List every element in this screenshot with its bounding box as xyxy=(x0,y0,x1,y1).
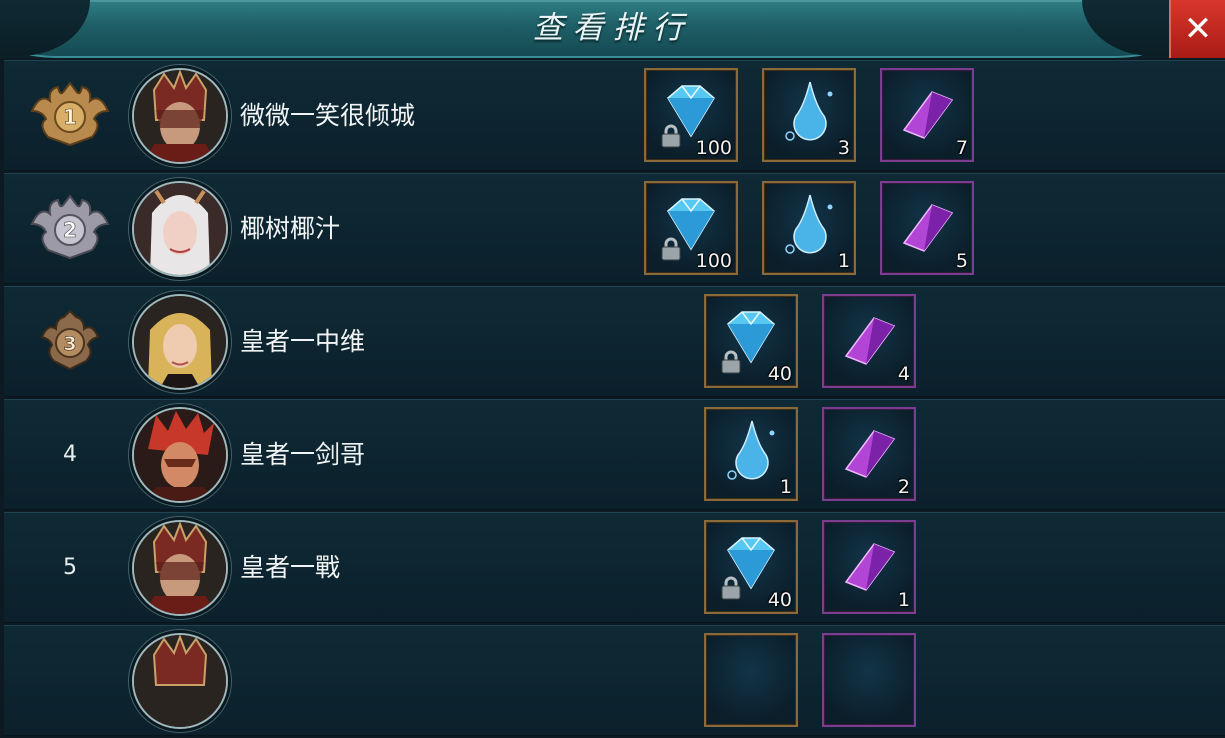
rank-cell: 1 xyxy=(22,61,118,170)
reward-item[interactable]: 2 xyxy=(822,407,916,501)
window-title: 查看排行 xyxy=(532,10,693,46)
ranking-row[interactable]: 3 皇者一中维 40 4 xyxy=(4,286,1225,397)
lock-icon xyxy=(721,576,741,600)
title-bar: 查看排行 ✕ xyxy=(0,0,1225,58)
reward-item[interactable]: 1 xyxy=(822,520,916,614)
rank-cell: 5 xyxy=(22,513,118,622)
reward-list: 40 4 xyxy=(704,294,916,388)
avatar[interactable] xyxy=(132,407,228,503)
reward-item[interactable]: 1 xyxy=(762,181,856,275)
gold-medal-icon: 1 xyxy=(22,80,118,151)
close-icon: ✕ xyxy=(1183,9,1213,49)
item-quantity: 1 xyxy=(779,476,792,498)
bronze-medal-icon: 3 xyxy=(22,307,118,377)
reward-item[interactable]: 3 xyxy=(762,68,856,162)
reward-list: 100 3 7 xyxy=(644,68,974,162)
reward-item[interactable]: 100 xyxy=(644,181,738,275)
rank-cell: 3 xyxy=(22,287,118,396)
silver-medal-icon: 2 xyxy=(22,193,118,264)
reward-list: 100 1 5 xyxy=(644,181,974,275)
avatar[interactable] xyxy=(132,68,228,164)
close-button[interactable]: ✕ xyxy=(1169,0,1225,58)
item-quantity: 7 xyxy=(955,137,968,159)
item-quantity: 3 xyxy=(837,137,850,159)
lock-icon xyxy=(661,237,681,261)
reward-item[interactable] xyxy=(822,633,916,727)
avatar[interactable] xyxy=(132,294,228,390)
player-name: 椰树椰汁 xyxy=(240,214,341,243)
reward-list: 40 1 xyxy=(704,520,916,614)
player-name: 皇者一戰 xyxy=(240,553,341,582)
rank-number: 2 xyxy=(63,218,77,242)
item-quantity: 100 xyxy=(695,250,732,272)
item-quantity: 100 xyxy=(695,137,732,159)
avatar[interactable] xyxy=(132,181,228,277)
rank-number: 4 xyxy=(63,442,77,467)
reward-list: 1 2 xyxy=(704,407,916,501)
rank-cell: 2 xyxy=(22,174,118,283)
reward-item[interactable]: 7 xyxy=(880,68,974,162)
item-quantity: 1 xyxy=(897,589,910,611)
player-name: 皇者一中维 xyxy=(240,327,366,356)
item-quantity: 5 xyxy=(955,250,968,272)
rank-number: 1 xyxy=(63,105,77,129)
ranking-row[interactable]: 1 微微一笑很倾城 100 3 7 xyxy=(4,60,1225,171)
reward-item[interactable]: 40 xyxy=(704,294,798,388)
lock-icon xyxy=(661,124,681,148)
item-quantity: 4 xyxy=(897,363,910,385)
reward-item[interactable]: 1 xyxy=(704,407,798,501)
item-quantity: 40 xyxy=(767,589,792,611)
item-quantity: 40 xyxy=(767,363,792,385)
ranking-row[interactable]: 4 皇者一剑哥 1 2 xyxy=(4,399,1225,510)
rank-cell: 4 xyxy=(22,400,118,509)
reward-item[interactable]: 100 xyxy=(644,68,738,162)
item-quantity: 2 xyxy=(897,476,910,498)
rank-number: 5 xyxy=(63,555,77,580)
player-name: 皇者一剑哥 xyxy=(240,440,366,469)
avatar[interactable] xyxy=(132,520,228,616)
lock-icon xyxy=(721,350,741,374)
ranking-row[interactable]: 2 椰树椰汁 100 1 5 xyxy=(4,173,1225,284)
reward-item[interactable]: 4 xyxy=(822,294,916,388)
rank-number: 3 xyxy=(63,333,76,355)
reward-item[interactable]: 40 xyxy=(704,520,798,614)
ranking-row[interactable] xyxy=(4,625,1225,736)
reward-item[interactable] xyxy=(704,633,798,727)
reward-item[interactable]: 5 xyxy=(880,181,974,275)
avatar[interactable] xyxy=(132,633,228,729)
ranking-list[interactable]: 1 微微一笑很倾城 100 3 7 2 椰树椰汁 100 1 5 3 皇者一中维… xyxy=(4,60,1225,738)
player-name: 微微一笑很倾城 xyxy=(240,101,416,130)
reward-list xyxy=(704,633,916,727)
item-quantity: 1 xyxy=(837,250,850,272)
ranking-row[interactable]: 5 皇者一戰 40 1 xyxy=(4,512,1225,623)
